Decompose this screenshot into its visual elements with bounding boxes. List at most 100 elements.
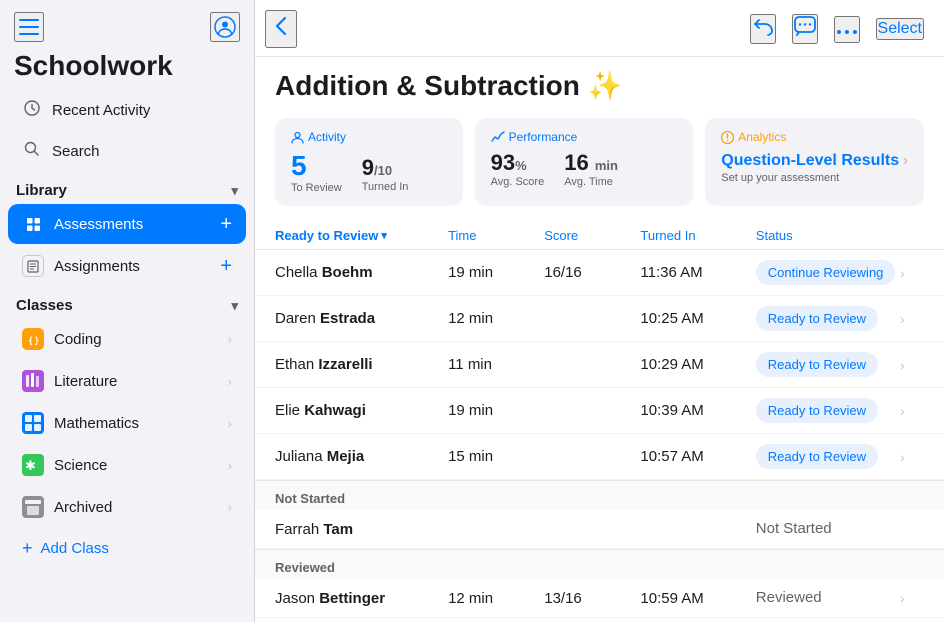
chat-button[interactable] xyxy=(792,14,818,44)
table-row[interactable]: Elie Kahwagi 19 min 10:39 AM Ready to Re… xyxy=(255,388,944,434)
science-label: Science xyxy=(54,457,107,474)
sidebar-top-bar xyxy=(0,0,254,46)
science-item-left: ✱ Science xyxy=(22,454,107,476)
student-time: 12 min xyxy=(448,590,544,607)
assessments-item-left: Assessments xyxy=(22,213,143,235)
table-row[interactable]: Jason Bettinger 12 min 13/16 10:59 AM Re… xyxy=(255,579,944,618)
analytics-link-chevron-icon: › xyxy=(903,152,908,170)
student-name: Chella Boehm xyxy=(275,264,448,281)
row-chevron-icon: › xyxy=(900,311,924,327)
col-header-time[interactable]: Time xyxy=(448,228,544,243)
status-badge: Not Started xyxy=(756,520,832,537)
literature-chevron-icon: › xyxy=(228,374,232,389)
student-status: Ready to Review xyxy=(756,398,900,423)
back-button[interactable] xyxy=(265,10,297,48)
activity-label: Activity xyxy=(291,130,447,144)
add-class-label: Add Class xyxy=(41,540,109,557)
archived-chevron-icon: › xyxy=(228,500,232,515)
avg-score-value: 93 xyxy=(491,150,515,175)
archived-label: Archived xyxy=(54,499,112,516)
coding-icon: { } xyxy=(22,328,44,350)
student-name: Elie Kahwagi xyxy=(275,402,448,419)
sidebar-toggle-button[interactable] xyxy=(14,12,44,42)
sidebar-item-recent-activity[interactable]: Recent Activity xyxy=(8,91,246,130)
coding-item-left: { } Coding xyxy=(22,328,102,350)
performance-label: Performance xyxy=(491,130,678,144)
add-assessment-button[interactable]: + xyxy=(220,214,232,234)
col-header-name[interactable]: Ready to Review ▾ xyxy=(275,228,448,243)
archived-item-left: Archived xyxy=(22,496,112,518)
more-button[interactable] xyxy=(834,16,860,43)
student-time: 11 min xyxy=(448,356,544,373)
row-chevron-icon: › xyxy=(900,403,924,419)
analytics-link-label: Question-Level Results xyxy=(721,152,899,170)
sidebar-item-assessments[interactable]: Assessments + xyxy=(8,204,246,244)
status-badge: Ready to Review xyxy=(756,398,878,423)
turned-in-label: Turned In xyxy=(362,181,409,193)
science-chevron-icon: › xyxy=(228,458,232,473)
student-status: Continue Reviewing xyxy=(756,260,900,285)
app-title: Schoolwork xyxy=(0,46,254,90)
assignments-item-left: Assignments xyxy=(22,255,140,277)
coding-chevron-icon: › xyxy=(228,332,232,347)
profile-button[interactable] xyxy=(210,12,240,42)
header-left xyxy=(265,10,297,48)
table-row[interactable]: Ethan Izzarelli 11 min 10:29 AM Ready to… xyxy=(255,342,944,388)
page-title: Addition & Subtraction ✨ xyxy=(275,69,924,102)
col-header-score[interactable]: Score xyxy=(544,228,640,243)
sidebar-item-archived[interactable]: Archived › xyxy=(8,487,246,527)
coding-label: Coding xyxy=(54,331,102,348)
sidebar-item-literature[interactable]: Literature › xyxy=(8,361,246,401)
row-chevron-icon: › xyxy=(900,357,924,373)
row-chevron-icon: › xyxy=(900,265,924,281)
assessments-icon xyxy=(22,213,44,235)
col-header-status[interactable]: Status xyxy=(756,228,900,243)
undo-button[interactable] xyxy=(750,14,776,44)
sidebar-item-coding[interactable]: { } Coding › xyxy=(8,319,246,359)
student-score: 13/16 xyxy=(544,590,640,607)
mathematics-item-left: Mathematics xyxy=(22,412,139,434)
row-chevron-icon: › xyxy=(900,590,924,606)
main-header: Select xyxy=(255,0,944,57)
status-badge: Ready to Review xyxy=(756,352,878,377)
student-turned-in: 10:57 AM xyxy=(640,448,755,465)
turned-in-value: 9/10 xyxy=(362,155,409,181)
science-icon: ✱ xyxy=(22,454,44,476)
add-assignment-button[interactable]: + xyxy=(220,256,232,276)
student-table: Ready to Review ▾ Time Score Turned In S… xyxy=(255,222,944,622)
student-status: Ready to Review xyxy=(756,306,900,331)
analytics-label: Analytics xyxy=(721,130,908,144)
mathematics-icon xyxy=(22,412,44,434)
sidebar-item-science[interactable]: ✱ Science › xyxy=(8,445,246,485)
table-row[interactable]: Farrah Tam Not Started xyxy=(255,510,944,549)
status-badge: Ready to Review xyxy=(756,306,878,331)
table-row[interactable]: Chella Boehm 19 min 16/16 11:36 AM Conti… xyxy=(255,250,944,296)
to-review-value: 5 xyxy=(291,150,342,182)
table-row[interactable]: Brian Cook 21 min 15/16 11:23 AM Reviewe… xyxy=(255,618,944,622)
header-right: Select xyxy=(750,14,924,44)
library-section-header[interactable]: Library ▾ xyxy=(0,172,254,203)
student-turned-in: 10:25 AM xyxy=(640,310,755,327)
sidebar: Schoolwork Recent Activity Search Librar… xyxy=(0,0,255,622)
add-class-button[interactable]: + Add Class xyxy=(8,529,246,568)
student-name: Farrah Tam xyxy=(275,521,448,538)
analytics-card: Analytics Question-Level Results › Set u… xyxy=(705,118,924,206)
status-badge: Ready to Review xyxy=(756,444,878,469)
sidebar-item-search[interactable]: Search xyxy=(8,132,246,171)
status-badge: Continue Reviewing xyxy=(756,260,896,285)
question-level-results-link[interactable]: Question-Level Results › xyxy=(721,152,908,170)
activity-values: 5 To Review 9/10 Turned In xyxy=(291,150,447,194)
table-row[interactable]: Juliana Mejia 15 min 10:57 AM Ready to R… xyxy=(255,434,944,480)
col-header-turned-in[interactable]: Turned In xyxy=(640,228,755,243)
analytics-sub-label: Set up your assessment xyxy=(721,172,908,184)
classes-section-header[interactable]: Classes ▾ xyxy=(0,287,254,318)
row-chevron-icon: › xyxy=(900,449,924,465)
main-content: Select Addition & Subtraction ✨ Activity… xyxy=(255,0,944,622)
sidebar-item-mathematics[interactable]: Mathematics › xyxy=(8,403,246,443)
student-time: 12 min xyxy=(448,310,544,327)
student-name: Daren Estrada xyxy=(275,310,448,327)
table-row[interactable]: Daren Estrada 12 min 10:25 AM Ready to R… xyxy=(255,296,944,342)
sidebar-item-assignments[interactable]: Assignments + xyxy=(8,246,246,286)
stats-row: Activity 5 To Review 9/10 Turned In xyxy=(255,118,944,222)
select-button[interactable]: Select xyxy=(876,18,924,40)
